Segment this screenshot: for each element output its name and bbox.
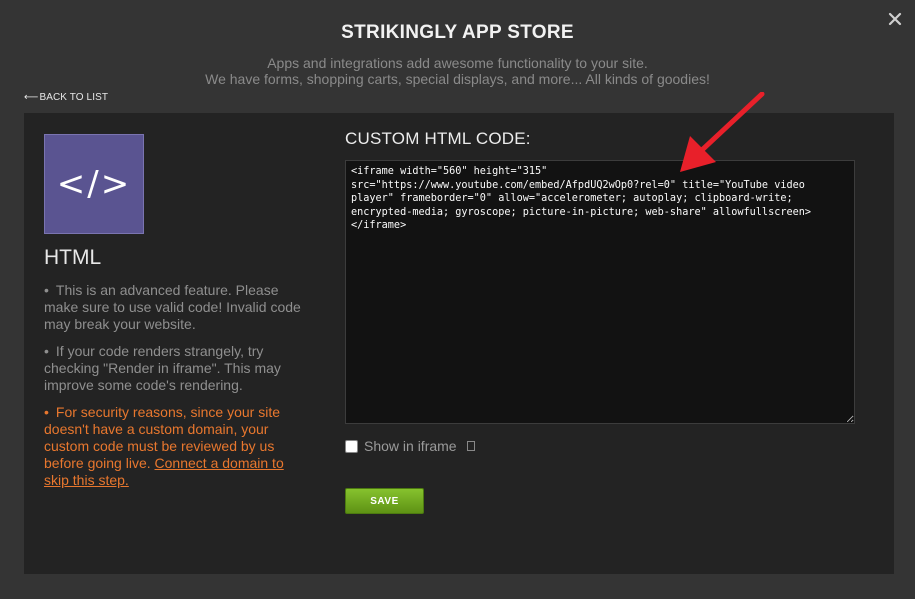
bullet-icon: •	[44, 282, 49, 298]
show-in-iframe-checkbox[interactable]	[345, 439, 358, 453]
show-in-iframe-label: Show in iframe	[364, 438, 457, 454]
note-security-warning: • For security reasons, since your site d…	[44, 404, 284, 488]
page-subtitle: Apps and integrations add awesome functi…	[0, 55, 915, 87]
header: STRIKINGLY APP STORE Apps and integratio…	[0, 22, 915, 87]
note-advanced: • This is an advanced feature. Please mak…	[44, 282, 301, 332]
red-arrow-annotation-icon	[680, 92, 765, 172]
back-arrow-icon: ⟵	[24, 92, 39, 103]
code-editor-title: CUSTOM HTML CODE:	[345, 129, 531, 148]
page-title: STRIKINGLY APP STORE	[341, 22, 574, 43]
back-link-label: BACK TO LIST	[39, 92, 109, 103]
info-icon	[466, 441, 475, 451]
note-iframe: • If your code renders strangely, try che…	[44, 343, 281, 393]
save-button[interactable]: SAVE	[345, 488, 424, 514]
back-to-list-link[interactable]: ⟵BACK TO LIST	[24, 92, 108, 103]
html-app-icon: </>	[44, 134, 144, 234]
subtitle-line-1: Apps and integrations add awesome functi…	[267, 55, 648, 71]
subtitle-line-2: We have forms, shopping carts, special d…	[205, 71, 710, 87]
app-notes: • This is an advanced feature. Please mak…	[44, 282, 302, 499]
app-name: HTML	[44, 246, 102, 269]
custom-html-code-input[interactable]: <iframe width="560" height="315" src="ht…	[345, 160, 855, 424]
bullet-icon: •	[44, 404, 49, 420]
bullet-icon: •	[44, 343, 49, 359]
app-detail-panel: </> HTML • This is an advanced feature. P…	[24, 113, 894, 574]
code-brackets-icon: </>	[56, 164, 132, 204]
show-in-iframe-row: Show in iframe	[345, 438, 475, 454]
